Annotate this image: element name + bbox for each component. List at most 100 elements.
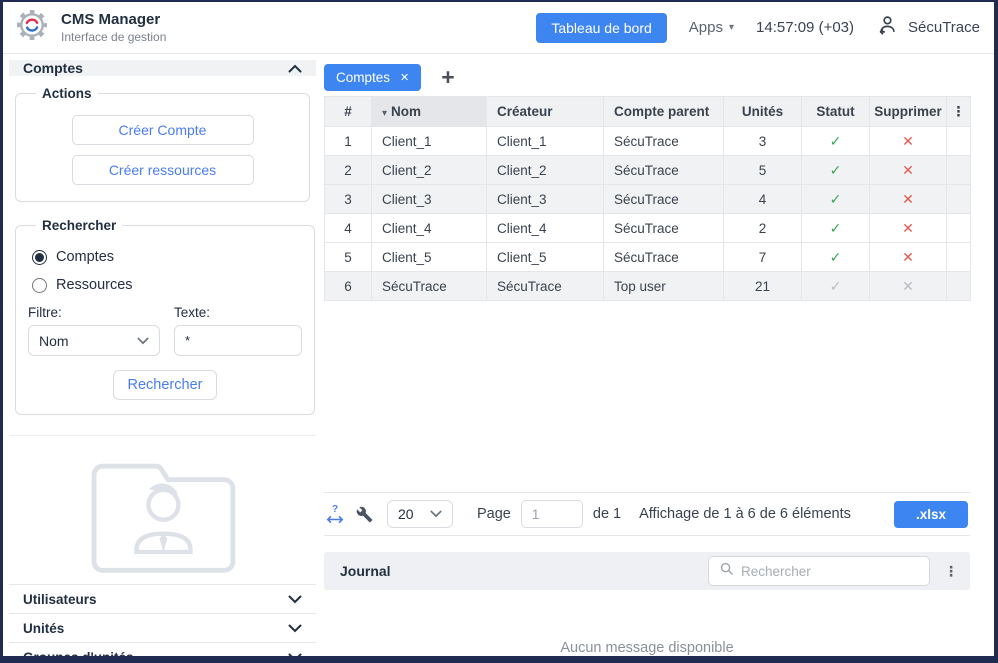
col-statut[interactable]: Statut [802,97,870,127]
col-supprimer[interactable]: Supprimer [870,97,947,127]
col-parent[interactable]: Compte parent [604,97,724,127]
table-row[interactable]: 4 Client_4 Client_4 SécuTrace 2 ✓ ✕ [325,214,971,243]
col-unites[interactable]: Unités [724,97,802,127]
search-icon [719,561,734,581]
cell-num: 4 [325,214,372,243]
tab-comptes[interactable]: Comptes ✕ [324,64,421,91]
chevron-down-icon [288,653,302,662]
cell-nom: Client_3 [372,185,487,214]
cell-unites: 3 [724,127,802,156]
chevron-down-icon: ▾ [729,22,734,33]
cell-num: 1 [325,127,372,156]
table-row[interactable]: 2 Client_2 Client_2 SécuTrace 5 ✓ ✕ [325,156,971,185]
delete-x-icon[interactable]: ✕ [902,162,914,178]
username: SécuTrace [908,19,980,36]
add-tab-button[interactable]: + [441,66,454,89]
delete-x-icon[interactable]: ✕ [902,191,914,207]
user-box[interactable]: SécuTrace [876,14,980,41]
table-header-row: # ▾Nom Créateur Compte parent Unités Sta… [325,97,971,127]
sidebar-section-utilisateurs[interactable]: Utilisateurs [9,584,316,613]
cell-nom: Client_1 [372,127,487,156]
cell-createur: SécuTrace [487,272,604,301]
clock: 14:57:09 (+03) [756,19,854,36]
apps-menu[interactable]: Apps ▾ [689,19,734,36]
cell-num: 3 [325,185,372,214]
cell-parent: SécuTrace [604,243,724,272]
search-text-input[interactable] [174,325,302,356]
main-area: Comptes ✕ + # ▾Nom Créateur Compte paren… [316,54,994,656]
status-check-icon: ✓ [830,133,842,149]
cell-unites: 4 [724,185,802,214]
export-xlsx-button[interactable]: .xlsx [894,501,968,528]
filter-label: Filtre: [28,305,160,320]
tab-comptes-label: Comptes [336,70,390,85]
create-account-button[interactable]: Créer Compte [72,115,254,145]
status-check-icon: ✓ [830,191,842,207]
table-menu-icon[interactable]: ⋮ [947,97,971,127]
sidebar-collapsed-sections: Utilisateurs Unités Groupes d'unités [9,584,316,663]
delete-x-icon[interactable]: ✕ [902,220,914,236]
app-brand: CMS Manager Interface de gestion [13,6,166,49]
radio-resources[interactable]: Ressources [32,277,302,293]
col-num[interactable]: # [325,97,372,127]
table-row[interactable]: 5 Client_5 Client_5 SécuTrace 7 ✓ ✕ [325,243,971,272]
cell-nom: Client_2 [372,156,487,185]
cell-parent: Top user [604,272,724,301]
radio-accounts-label: Comptes [56,249,114,265]
cell-num: 2 [325,156,372,185]
page-number-input[interactable] [521,500,583,528]
col-createur[interactable]: Créateur [487,97,604,127]
delete-x-icon[interactable]: ✕ [902,249,914,265]
journal-empty-message: Aucun message disponible [324,640,970,656]
cell-nom: SécuTrace [372,272,487,301]
wrench-icon[interactable] [356,506,373,523]
cell-nom: Client_4 [372,214,487,243]
sidebar-section-unites[interactable]: Unités [9,613,316,642]
chevron-down-icon [288,624,302,633]
text-label: Texte: [174,305,302,320]
search-button[interactable]: Rechercher [113,370,218,400]
col-nom-label: Nom [391,104,421,119]
top-bar: CMS Manager Interface de gestion Tableau… [3,2,994,54]
question-mark: ? [332,505,338,515]
sidebar-section-comptes-label: Comptes [23,60,83,76]
chevron-down-icon [288,595,302,604]
journal-header: Journal ⋮ [324,552,970,590]
gear-logo-icon [13,6,51,49]
cell-parent: SécuTrace [604,185,724,214]
journal-title: Journal [340,563,391,579]
table-row[interactable]: 6 SécuTrace SécuTrace Top user 21 ✓ ✕ [325,272,971,301]
cell-parent: SécuTrace [604,127,724,156]
close-icon[interactable]: ✕ [400,71,409,84]
filter-select[interactable]: Nom [28,325,160,356]
col-nom[interactable]: ▾Nom [372,97,487,127]
create-resources-button[interactable]: Créer ressources [72,155,254,185]
filter-select-value: Nom [39,333,69,349]
cell-nom: Client_5 [372,243,487,272]
cell-createur: Client_2 [487,156,604,185]
app-window: CMS Manager Interface de gestion Tableau… [0,0,998,663]
page-label: Page [477,506,511,522]
radio-accounts[interactable]: Comptes [32,249,302,265]
delete-x-icon[interactable]: ✕ [902,133,914,149]
radio-accounts-input[interactable] [32,250,47,265]
autofit-columns-icon[interactable]: ? [326,505,344,524]
page-count: de 1 [593,506,621,522]
radio-resources-input[interactable] [32,278,47,293]
chevron-down-icon [137,337,149,345]
table-row[interactable]: 1 Client_1 Client_1 SécuTrace 3 ✓ ✕ [325,127,971,156]
actions-panel: Actions Créer Compte Créer ressources [15,86,310,202]
dashboard-button[interactable]: Tableau de bord [536,13,666,43]
search-legend: Rechercher [36,218,122,233]
page-size-value: 20 [398,506,414,522]
sidebar-section-groupes[interactable]: Groupes d'unités [9,642,316,663]
cell-unites: 2 [724,214,802,243]
table-row[interactable]: 3 Client_3 Client_3 SécuTrace 4 ✓ ✕ [325,185,971,214]
journal-search-box[interactable] [708,556,930,586]
sidebar-section-comptes[interactable]: Comptes [9,60,316,76]
app-subtitle: Interface de gestion [61,30,166,44]
page-size-select[interactable]: 20 [387,500,453,528]
cell-createur: Client_3 [487,185,604,214]
journal-menu-icon[interactable]: ⋮ [944,563,958,580]
journal-search-input[interactable] [741,564,919,579]
